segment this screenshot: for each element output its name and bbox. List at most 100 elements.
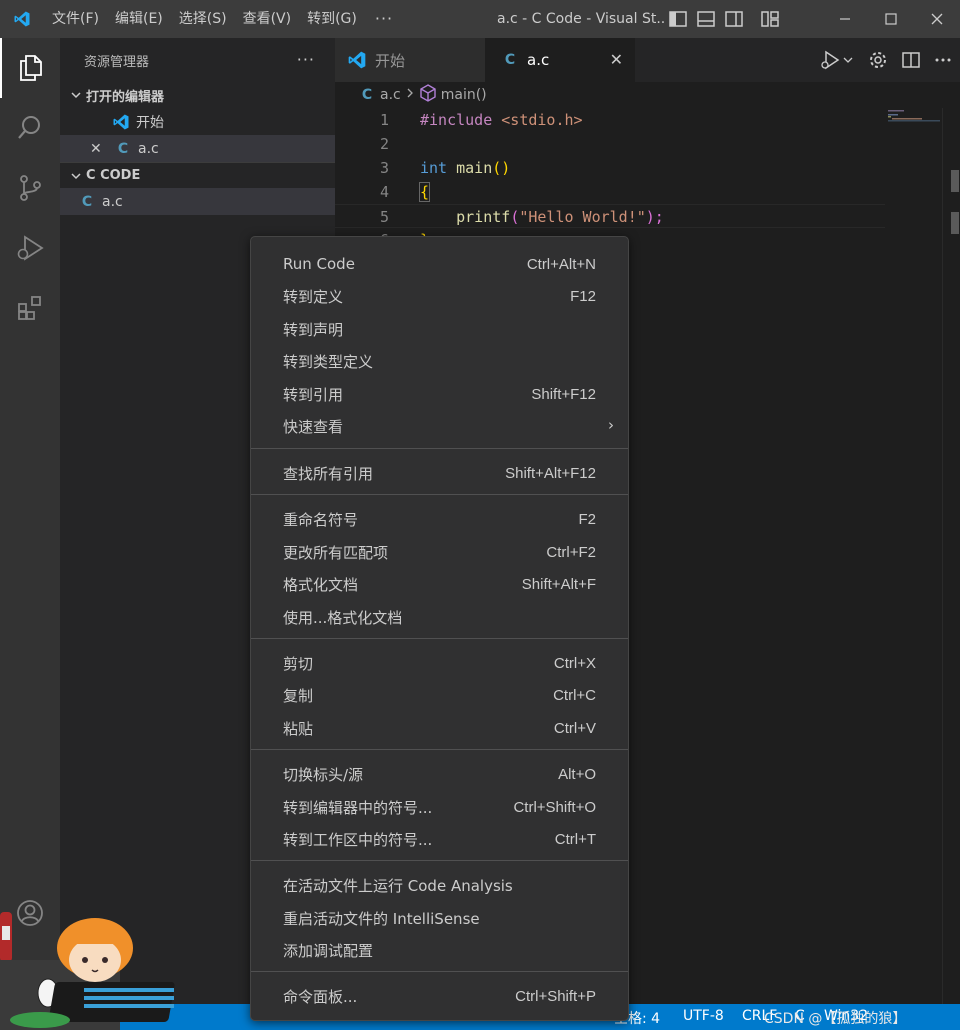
editor-scrollbar[interactable]	[942, 108, 960, 1004]
menu-selection[interactable]: 选择(S)	[171, 0, 235, 38]
code-line: 5 printf("Hello World!");	[335, 204, 885, 228]
menu-item-shortcut: Ctrl+Shift+O	[513, 798, 596, 816]
menu-item-change-all-occurrences[interactable]: 更改所有匹配项 Ctrl+F2	[251, 536, 628, 568]
extensions-icon[interactable]	[0, 278, 60, 338]
menu-item-label: 转到工作区中的符号...	[283, 830, 433, 849]
scrollbar-thumb[interactable]	[951, 170, 959, 192]
menu-item-label: 重命名符号	[283, 510, 359, 529]
menu-item-add-debug-configuration[interactable]: 添加调试配置	[251, 934, 628, 966]
menu-item-shortcut: Shift+F12	[531, 385, 596, 403]
run-code-icon[interactable]	[820, 49, 854, 71]
file-item-a-c[interactable]: C a.c	[60, 188, 335, 215]
open-editor-label: a.c	[138, 140, 159, 157]
menu-item-label: 使用...格式化文档	[283, 608, 403, 627]
menu-item-go-to-definition[interactable]: 转到定义 F12	[251, 280, 628, 312]
open-editor-item-a-c[interactable]: ✕ C a.c	[60, 135, 335, 162]
menu-item-shortcut: F12	[570, 287, 596, 305]
code-token: #include	[420, 111, 493, 129]
toggle-panel-icon[interactable]	[696, 9, 716, 29]
code-line: 2	[335, 132, 885, 156]
menu-item-shortcut: F2	[578, 510, 596, 528]
split-editor-icon[interactable]	[902, 51, 920, 69]
menu-item-shortcut: Ctrl+C	[553, 686, 596, 704]
close-icon[interactable]: ✕	[90, 141, 112, 157]
scrollbar-thumb[interactable]	[951, 212, 959, 234]
line-number: 3	[379, 159, 389, 177]
menu-item-switch-header-source[interactable]: 切换标头/源 Alt+O	[251, 758, 628, 790]
gear-icon[interactable]	[868, 50, 888, 70]
menu-go[interactable]: 转到(G)	[299, 0, 365, 38]
toggle-primary-sidebar-icon[interactable]	[668, 9, 688, 29]
source-control-icon[interactable]	[0, 158, 60, 218]
menu-item-format-document[interactable]: 格式化文档 Shift+Alt+F	[251, 568, 628, 600]
status-encoding[interactable]: UTF-8	[683, 1008, 724, 1024]
search-icon[interactable]	[0, 98, 60, 158]
menu-item-go-to-symbol-in-editor[interactable]: 转到编辑器中的符号... Ctrl+Shift+O	[251, 791, 628, 823]
menu-file[interactable]: 文件(F)	[44, 0, 107, 38]
menu-item-run-code[interactable]: Run Code Ctrl+Alt+N	[251, 248, 628, 280]
editor-tabs: 开始 C a.c ✕	[335, 38, 960, 82]
menu-item-label: 转到编辑器中的符号...	[283, 798, 433, 817]
menu-separator	[251, 971, 628, 972]
title-bar: 文件(F) 编辑(E) 选择(S) 查看(V) 转到(G) ··· a.c - …	[0, 0, 960, 38]
menu-item-restart-intellisense[interactable]: 重启活动文件的 IntelliSense	[251, 902, 628, 934]
menu-item-find-all-references[interactable]: 查找所有引用 Shift+Alt+F12	[251, 457, 628, 489]
folder-section[interactable]: C CODE	[60, 162, 335, 188]
menu-item-peek[interactable]: 快速查看 ›	[251, 410, 628, 442]
breadcrumb-file[interactable]: a.c	[380, 87, 401, 103]
menu-item-format-document-with[interactable]: 使用...格式化文档	[251, 601, 628, 633]
maximize-icon[interactable]	[868, 0, 914, 38]
tab-close-icon[interactable]: ✕	[610, 50, 623, 69]
code-token: printf	[456, 208, 511, 226]
watermark: CSDN @【孤独的狼】	[764, 1011, 907, 1027]
folder-title: C CODE	[86, 168, 141, 183]
menu-item-go-to-declaration[interactable]: 转到声明	[251, 313, 628, 345]
menu-item-label: 命令面板...	[283, 987, 358, 1006]
symbol-method-icon	[419, 84, 437, 106]
menu-item-go-to-references[interactable]: 转到引用 Shift+F12	[251, 378, 628, 410]
menu-view[interactable]: 查看(V)	[235, 0, 300, 38]
code-token: main	[447, 159, 493, 177]
menu-item-copy[interactable]: 复制 Ctrl+C	[251, 679, 628, 711]
menu-item-rename-symbol[interactable]: 重命名符号 F2	[251, 503, 628, 535]
more-actions-icon[interactable]	[934, 57, 952, 63]
minimap[interactable]	[888, 110, 940, 124]
code-token: );	[645, 208, 664, 226]
menu-item-label: 转到类型定义	[283, 352, 374, 371]
breadcrumb-symbol[interactable]: main()	[441, 87, 487, 103]
menu-item-go-to-type-definition[interactable]: 转到类型定义	[251, 345, 628, 377]
tab-a-c[interactable]: C a.c ✕	[485, 38, 635, 82]
code-line: 1 #include <stdio.h>	[335, 108, 885, 132]
menu-item-command-palette[interactable]: 命令面板... Ctrl+Shift+P	[251, 980, 628, 1012]
menu-item-shortcut: Shift+Alt+F	[521, 575, 596, 593]
menu-edit[interactable]: 编辑(E)	[107, 0, 171, 38]
explorer-icon[interactable]	[0, 38, 60, 98]
minimize-icon[interactable]	[822, 0, 868, 38]
menu-item-shortcut: Alt+O	[558, 765, 596, 783]
menu-item-shortcut: Ctrl+F2	[546, 543, 596, 561]
menu-separator	[251, 448, 628, 449]
tab-label: a.c	[527, 51, 550, 69]
toggle-secondary-sidebar-icon[interactable]	[724, 9, 744, 29]
menu-item-go-to-symbol-in-workspace[interactable]: 转到工作区中的符号... Ctrl+T	[251, 823, 628, 855]
menu-item-cut[interactable]: 剪切 Ctrl+X	[251, 647, 628, 679]
open-editors-section[interactable]: 打开的编辑器	[60, 82, 335, 108]
menu-separator	[251, 638, 628, 639]
customize-layout-icon[interactable]	[760, 9, 780, 29]
explorer-more-button[interactable]: ···	[297, 50, 315, 69]
menu-item-paste[interactable]: 粘贴 Ctrl+V	[251, 712, 628, 744]
run-debug-icon[interactable]	[0, 218, 60, 278]
menu-item-shortcut: Ctrl+Shift+P	[515, 987, 596, 1005]
menu-item-label: 剪切	[283, 654, 314, 673]
close-window-icon[interactable]	[914, 0, 960, 38]
tab-start[interactable]: 开始	[335, 38, 485, 82]
menu-item-shortcut: Ctrl+X	[553, 654, 596, 672]
open-editor-item-start[interactable]: 开始	[60, 108, 335, 135]
mascot-image	[0, 898, 210, 1030]
code-token: "Hello World!"	[519, 208, 646, 226]
activity-bar	[0, 38, 60, 1004]
menu-more-button[interactable]: ···	[365, 0, 403, 38]
menu-item-run-code-analysis[interactable]: 在活动文件上运行 Code Analysis	[251, 869, 628, 901]
menu-item-label: 切换标头/源	[283, 765, 364, 784]
